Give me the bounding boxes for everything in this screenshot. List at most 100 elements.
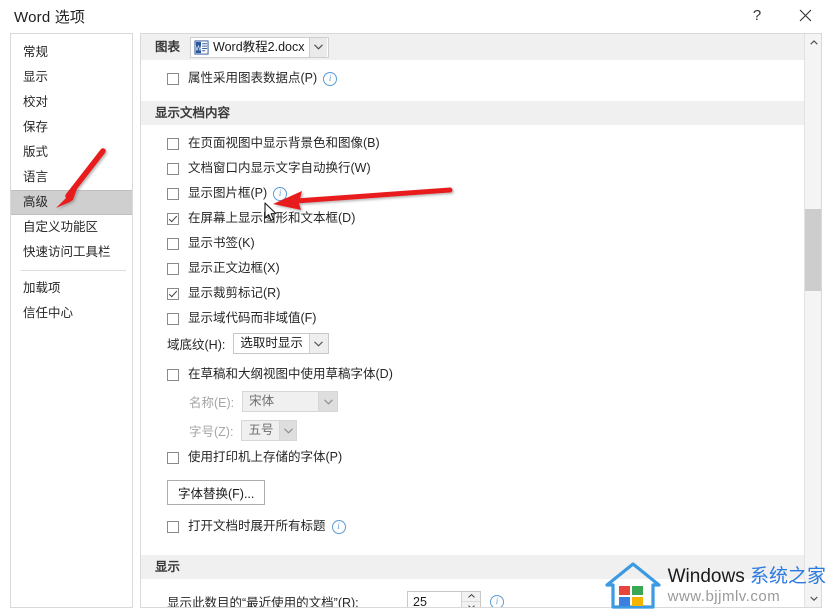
info-icon[interactable]: i [490,594,504,607]
checkbox-label-show-drawings: 在屏幕上显示图形和文本框(D) [188,211,356,225]
draft-font-size-label: 字号(Z): [189,425,234,439]
font-substitution-row: 字体替换(F)... [141,476,804,508]
scrollbar-thumb[interactable] [805,209,821,291]
checkbox-show-crop-marks[interactable] [167,287,179,300]
checkbox-row-chart-data-point[interactable]: 属性采用图表数据点(P) i [141,66,804,91]
spinner-down-button[interactable] [462,602,480,607]
draft-font-name-dropdown-button[interactable] [318,392,338,411]
draft-font-name-row[interactable]: 名称(E): 宋体 [141,387,804,416]
options-sidebar[interactable]: 常规 显示 校对 保存 版式 语言 高级 自定义功能区 快速访问工具栏 加载项 … [10,33,133,608]
title-separator [0,30,832,31]
document-dropdown-button[interactable] [309,37,328,57]
question-mark-icon: ? [752,6,762,24]
chart-section-label: 图表 [155,40,181,54]
info-icon[interactable]: i [323,71,338,86]
sidebar-item-display[interactable]: 显示 [11,65,132,90]
sidebar-item-customize-ribbon[interactable]: 自定义功能区 [11,215,132,240]
draft-font-name-label: 名称(E): [189,396,235,410]
sidebar-divider [21,270,126,271]
checkbox-row-wrap-text-to-window[interactable]: 文档窗口内显示文字自动换行(W) [141,156,804,181]
checkbox-show-field-codes[interactable] [167,312,179,325]
checkbox-row-show-background-colors[interactable]: 在页面视图中显示背景色和图像(B) [141,131,804,156]
spinner-up-icon [467,594,475,599]
sidebar-item-advanced[interactable]: 高级 [11,190,132,215]
draft-font-size-dropdown-button[interactable] [279,421,297,440]
sidebar-item-language[interactable]: 语言 [11,165,132,190]
checkbox-label-show-text-boundaries: 显示正文边框(X) [188,261,280,275]
checkbox-expand-all-headings[interactable] [167,520,179,533]
info-icon[interactable]: i [273,186,288,201]
checkbox-row-show-drawings[interactable]: 在屏幕上显示图形和文本框(D) [141,206,804,231]
field-shading-row[interactable]: 域底纹(H): 选取时显示 [141,331,804,356]
word-document-icon: W [194,39,209,55]
scrollbar-up-button[interactable] [805,34,821,51]
draft-font-size-row[interactable]: 字号(Z): 五号 [141,416,804,445]
checkbox-show-bookmarks[interactable] [167,237,179,250]
checkbox-row-show-bookmarks[interactable]: 显示书签(K) [141,231,804,256]
chevron-down-icon [284,427,293,434]
recent-documents-label: 显示此数目的“最近使用的文档”(R): [167,596,359,608]
checkbox-row-use-printer-fonts[interactable]: 使用打印机上存储的字体(P) [141,445,804,470]
checkbox-label-wrap-text-to-window: 文档窗口内显示文字自动换行(W) [188,161,371,175]
sidebar-item-quick-access[interactable]: 快速访问工具栏 [11,240,132,265]
checkbox-row-show-text-boundaries[interactable]: 显示正文边框(X) [141,256,804,281]
chevron-down-icon [314,340,324,347]
field-shading-dropdown-button[interactable] [308,334,328,353]
checkbox-use-draft-font[interactable] [167,368,179,381]
draft-font-size-value: 五号 [248,423,274,437]
checkbox-label-chart-data-point: 属性采用图表数据点(P) [188,71,318,85]
document-selector[interactable]: W Word教程2.docx [190,36,330,58]
checkbox-wrap-text-to-window[interactable] [167,162,179,175]
chart-section-header: 图表 W Word教程2.docx [141,34,804,60]
page-title: Word 选项 [14,9,86,26]
checkbox-use-printer-fonts[interactable] [167,451,179,464]
spacer-after-display-header [141,579,804,589]
svg-text:W: W [195,45,202,52]
sidebar-item-add-ins[interactable]: 加载项 [11,276,132,301]
recent-documents-spinner-arrows[interactable] [461,591,480,607]
close-icon [799,9,811,21]
title-bar: Word 选项 ? [0,0,832,30]
checkbox-label-show-bookmarks: 显示书签(K) [188,236,255,250]
draft-font-name-combobox[interactable]: 宋体 [242,391,339,412]
spacer-before-display-section [141,539,804,555]
checkbox-row-show-picture-placeholders[interactable]: 显示图片框(P) i [141,181,804,206]
sidebar-item-trust-center[interactable]: 信任中心 [11,301,132,326]
recent-documents-value[interactable]: 25 [408,592,461,608]
info-icon[interactable]: i [331,519,346,534]
spinner-up-button[interactable] [462,592,480,602]
scroll-down-icon [809,596,818,601]
spacer-before-doc-content [141,91,804,101]
field-shading-label: 域底纹(H): [167,338,226,352]
sidebar-item-layout[interactable]: 版式 [11,140,132,165]
checkbox-row-use-draft-font[interactable]: 在草稿和大纲视图中使用草稿字体(D) [141,362,804,387]
checkbox-row-expand-all-headings[interactable]: 打开文档时展开所有标题 i [141,514,804,539]
document-content-section-header: 显示文档内容 [141,101,804,125]
checkbox-show-picture-placeholders[interactable] [167,187,179,200]
chevron-down-icon [314,44,324,50]
checkbox-chart-data-point[interactable] [167,72,179,85]
checkbox-show-drawings[interactable] [167,212,179,225]
draft-font-size-combobox[interactable]: 五号 [241,420,298,441]
scroll-up-icon [809,40,818,45]
scrollbar-down-button[interactable] [805,590,821,607]
chevron-down-icon [323,398,333,405]
checkbox-label-show-crop-marks: 显示裁剪标记(R) [188,286,281,300]
font-substitution-button[interactable]: 字体替换(F)... [167,479,266,505]
content-vertical-scrollbar[interactable] [804,34,821,607]
sidebar-item-general[interactable]: 常规 [11,40,132,65]
sidebar-item-save[interactable]: 保存 [11,115,132,140]
field-shading-combobox[interactable]: 选取时显示 [233,333,329,354]
recent-documents-spinner[interactable]: 25 [407,590,481,608]
checkbox-show-background-colors[interactable] [167,137,179,150]
checkbox-row-show-crop-marks[interactable]: 显示裁剪标记(R) [141,281,804,306]
checkbox-row-show-field-codes[interactable]: 显示域代码而非域值(F) [141,306,804,331]
recent-documents-row[interactable]: 显示此数目的“最近使用的文档”(R): 25 i [141,589,804,608]
checkbox-label-expand-all-headings: 打开文档时展开所有标题 [188,519,326,533]
help-button[interactable]: ? [734,0,780,30]
sidebar-item-proofing[interactable]: 校对 [11,90,132,115]
checkbox-label-show-picture-placeholders: 显示图片框(P) [188,186,268,200]
close-button[interactable] [782,0,828,30]
scrollbar-track-upper[interactable] [805,51,821,209]
checkbox-show-text-boundaries[interactable] [167,262,179,275]
